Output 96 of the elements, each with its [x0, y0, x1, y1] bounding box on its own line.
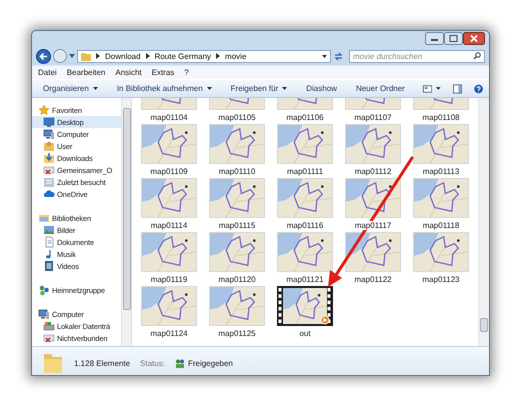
scrollbar[interactable] [478, 98, 489, 346]
close-button[interactable] [463, 32, 485, 45]
file-name: out [298, 329, 312, 338]
map-thumbnail[interactable] [141, 286, 197, 326]
file-name: map01120 [217, 275, 257, 284]
map-thumbnail[interactable] [141, 178, 197, 218]
map-thumbnail[interactable] [209, 124, 265, 164]
file-name: map01125 [217, 329, 257, 338]
file-name: map01121 [285, 275, 325, 284]
recent-places-icon [43, 176, 55, 188]
file-name: map01116 [286, 221, 324, 230]
toolbar-button[interactable]: Organisieren [38, 82, 103, 95]
menu-item[interactable]: Datei [38, 68, 57, 77]
file-name: map01123 [421, 275, 461, 284]
toolbar-button[interactable]: In Bibliothek aufnehmen [112, 82, 217, 95]
users-icon [174, 358, 185, 368]
file-name: map01106 [285, 113, 325, 122]
map-thumbnail[interactable] [413, 124, 469, 164]
breadcrumb[interactable]: Route Germany [154, 52, 212, 60]
map-thumbnail[interactable] [345, 124, 401, 164]
status-value: Freigegeben [188, 358, 233, 368]
menu-item[interactable]: Ansicht [115, 68, 142, 77]
homegroup-icon [38, 284, 50, 296]
film-icon [43, 260, 55, 272]
map-thumbnail[interactable] [277, 178, 333, 218]
library-icon [38, 212, 50, 224]
address-bar[interactable]: Download Route Germany movie [77, 50, 331, 62]
search-box[interactable]: movie durchsuchen [349, 50, 485, 62]
refresh-icon[interactable] [333, 50, 344, 62]
map-thumbnail[interactable] [277, 232, 333, 272]
map-thumbnail[interactable] [209, 232, 265, 272]
preview-pane-icon[interactable] [452, 84, 462, 94]
status-label: Status: [140, 358, 165, 368]
folder-icon [81, 52, 91, 60]
map-thumbnail[interactable] [141, 232, 197, 272]
star-icon [38, 104, 50, 116]
menu-item[interactable]: ? [184, 68, 189, 77]
breadcrumb-arrow-icon [96, 53, 100, 59]
file-name: map01114 [150, 221, 188, 230]
document-icon [43, 236, 55, 248]
menu-item[interactable]: Extras [152, 68, 174, 77]
map-thumbnail[interactable] [345, 178, 401, 218]
toolbar-button[interactable]: Neuer Ordner [350, 82, 410, 95]
drive-icon [43, 320, 55, 332]
map-thumbnail[interactable] [209, 286, 265, 326]
map-thumbnail[interactable] [141, 124, 197, 164]
map-thumbnail[interactable] [345, 232, 401, 272]
caret-icon [322, 54, 327, 58]
back-button[interactable] [36, 48, 51, 64]
folder-icon [42, 351, 64, 375]
breadcrumb[interactable]: movie [225, 52, 246, 60]
file-name: map01119 [150, 275, 188, 284]
file-name: map01122 [353, 275, 393, 284]
map-thumbnail[interactable] [277, 124, 333, 164]
menu-item[interactable]: Bearbeiten [66, 68, 106, 77]
toolbar-button[interactable]: Diashow [301, 82, 342, 95]
computer-icon [38, 308, 50, 320]
download-folder-icon [43, 152, 55, 164]
breadcrumb-arrow-icon [216, 53, 220, 59]
view-icon[interactable] [422, 84, 432, 92]
help-icon[interactable] [474, 84, 484, 94]
file-name: map01105 [217, 113, 257, 122]
search-icon [473, 52, 481, 60]
file-name: map01117 [354, 221, 392, 230]
user-folder-icon [43, 140, 55, 152]
file-name: map01104 [149, 113, 189, 122]
item-count: 1.128 Elemente [74, 358, 130, 368]
pictures-icon [43, 224, 55, 236]
map-thumbnail[interactable] [413, 178, 469, 218]
minimize-button[interactable] [425, 32, 444, 45]
caret-icon[interactable] [436, 87, 441, 90]
file-name: map01118 [422, 221, 460, 230]
cloud-icon [43, 188, 55, 200]
file-name: map01109 [149, 167, 189, 176]
network-drive-icon [43, 164, 55, 176]
computer-icon [43, 128, 55, 140]
map-thumbnail[interactable] [209, 178, 265, 218]
file-name: map01108 [421, 113, 461, 122]
video-thumbnail[interactable] [277, 286, 333, 326]
breadcrumb-arrow-icon [146, 53, 150, 59]
file-name: map01111 [286, 167, 324, 176]
maximize-button[interactable] [444, 32, 463, 45]
desktop-icon [43, 116, 55, 128]
map-thumbnail[interactable] [413, 232, 469, 272]
search-field[interactable]: movie durchsuchen [353, 52, 473, 60]
file-name: map01110 [218, 167, 256, 176]
file-name: map01115 [218, 221, 256, 230]
file-name: map01107 [353, 113, 393, 122]
toolbar-button[interactable]: Freigeben für [226, 82, 292, 95]
caret-icon[interactable] [69, 54, 75, 58]
file-name: map01124 [149, 329, 189, 338]
breadcrumb[interactable]: Download [105, 52, 141, 60]
network-drive-icon [43, 332, 55, 344]
file-name: map01113 [422, 167, 460, 176]
file-name: map01112 [354, 167, 392, 176]
scrollbar[interactable] [121, 98, 131, 346]
